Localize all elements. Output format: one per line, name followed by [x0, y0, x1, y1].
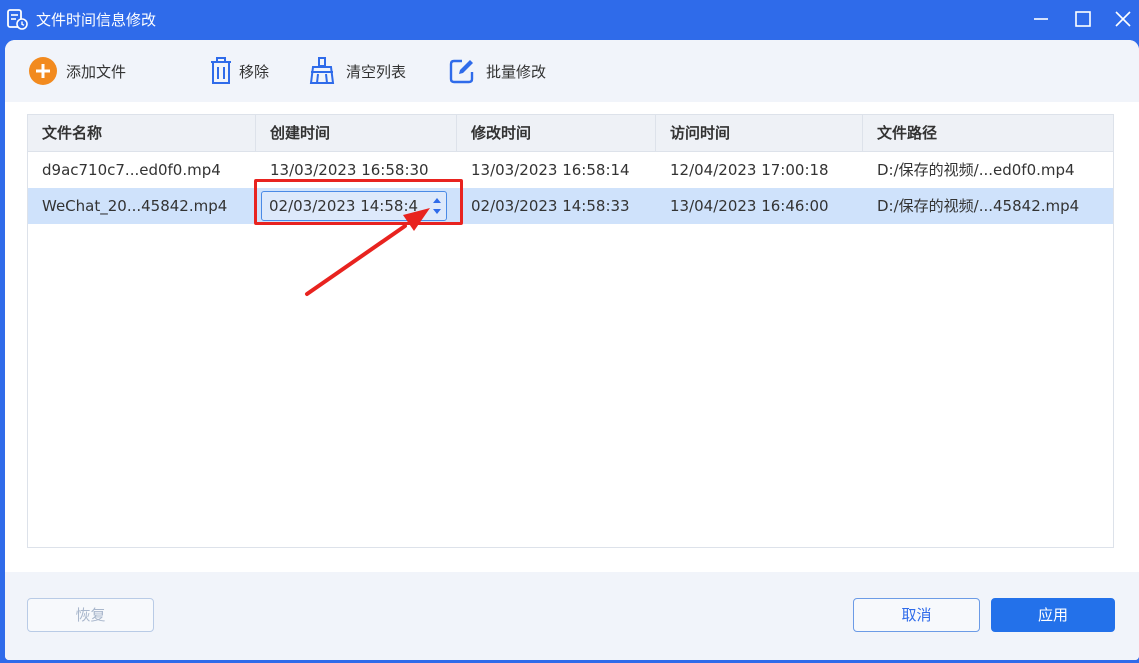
cell-created[interactable]: 13/03/2023 16:58:30	[256, 152, 457, 188]
batch-edit-button[interactable]: 批量修改	[448, 54, 546, 88]
cell-modified[interactable]: 13/03/2023 16:58:14	[457, 152, 656, 188]
footer: 恢复 取消 应用	[5, 572, 1139, 660]
table-row-selected[interactable]: WeChat_20...45842.mp4 02/03/2023 14:58:4…	[28, 188, 1113, 224]
table-row[interactable]: d9ac710c7...ed0f0.mp4 13/03/2023 16:58:3…	[28, 152, 1113, 188]
cell-accessed[interactable]: 12/04/2023 17:00:18	[656, 152, 863, 188]
close-icon[interactable]	[1111, 7, 1135, 31]
cell-accessed[interactable]: 13/04/2023 16:46:00	[656, 188, 863, 224]
created-time-input[interactable]: 02/03/2023 14:58:4	[269, 192, 427, 220]
column-header-path[interactable]: 文件路径	[863, 115, 1113, 151]
created-time-editor[interactable]: 02/03/2023 14:58:4	[261, 191, 447, 221]
remove-label: 移除	[239, 62, 270, 81]
column-header-name[interactable]: 文件名称	[28, 115, 256, 151]
remove-button[interactable]: 移除	[209, 54, 269, 88]
content-area: 文件名称 创建时间 修改时间 访问时间 文件路径 d9ac710c7...ed0…	[5, 102, 1139, 572]
column-header-accessed[interactable]: 访问时间	[656, 115, 863, 151]
clear-list-button[interactable]: 清空列表	[308, 54, 406, 88]
app-window: 文件时间信息修改 添加文件 移除 清空列表 批量修改 文件名称 创建时间 修改时…	[0, 0, 1139, 663]
cell-modified[interactable]: 02/03/2023 14:58:33	[457, 188, 656, 224]
column-header-created[interactable]: 创建时间	[256, 115, 457, 151]
add-file-button[interactable]: 添加文件	[28, 54, 126, 88]
edit-square-icon	[449, 59, 474, 84]
table-header: 文件名称 创建时间 修改时间 访问时间 文件路径	[28, 115, 1113, 152]
add-file-label: 添加文件	[66, 62, 127, 81]
spin-arrows-icon[interactable]	[430, 194, 444, 218]
minimize-icon[interactable]	[1029, 7, 1053, 31]
column-header-modified[interactable]: 修改时间	[457, 115, 656, 151]
clear-list-label: 清空列表	[346, 62, 407, 81]
cell-path: D:/保存的视频/...45842.mp4	[877, 197, 1080, 215]
toolbar: 添加文件 移除 清空列表 批量修改	[5, 40, 1139, 102]
trash-icon	[211, 57, 231, 84]
cell-name: WeChat_20...45842.mp4	[42, 197, 228, 215]
apply-button[interactable]: 应用	[991, 598, 1115, 632]
maximize-icon[interactable]	[1071, 7, 1095, 31]
document-clock-icon	[7, 9, 28, 30]
batch-edit-label: 批量修改	[486, 62, 547, 81]
window-title: 文件时间信息修改	[36, 11, 157, 29]
cancel-button[interactable]: 取消	[853, 598, 980, 632]
cell-name: d9ac710c7...ed0f0.mp4	[42, 161, 221, 179]
broom-icon	[309, 57, 335, 84]
cell-path: D:/保存的视频/...ed0f0.mp4	[877, 161, 1075, 179]
file-table: 文件名称 创建时间 修改时间 访问时间 文件路径 d9ac710c7...ed0…	[27, 114, 1114, 548]
plus-circle-icon	[29, 57, 57, 85]
restore-button[interactable]: 恢复	[27, 598, 154, 632]
main-panel: 添加文件 移除 清空列表 批量修改 文件名称 创建时间 修改时间 访问时间 文件…	[5, 40, 1139, 660]
title-bar[interactable]: 文件时间信息修改	[0, 0, 1139, 38]
